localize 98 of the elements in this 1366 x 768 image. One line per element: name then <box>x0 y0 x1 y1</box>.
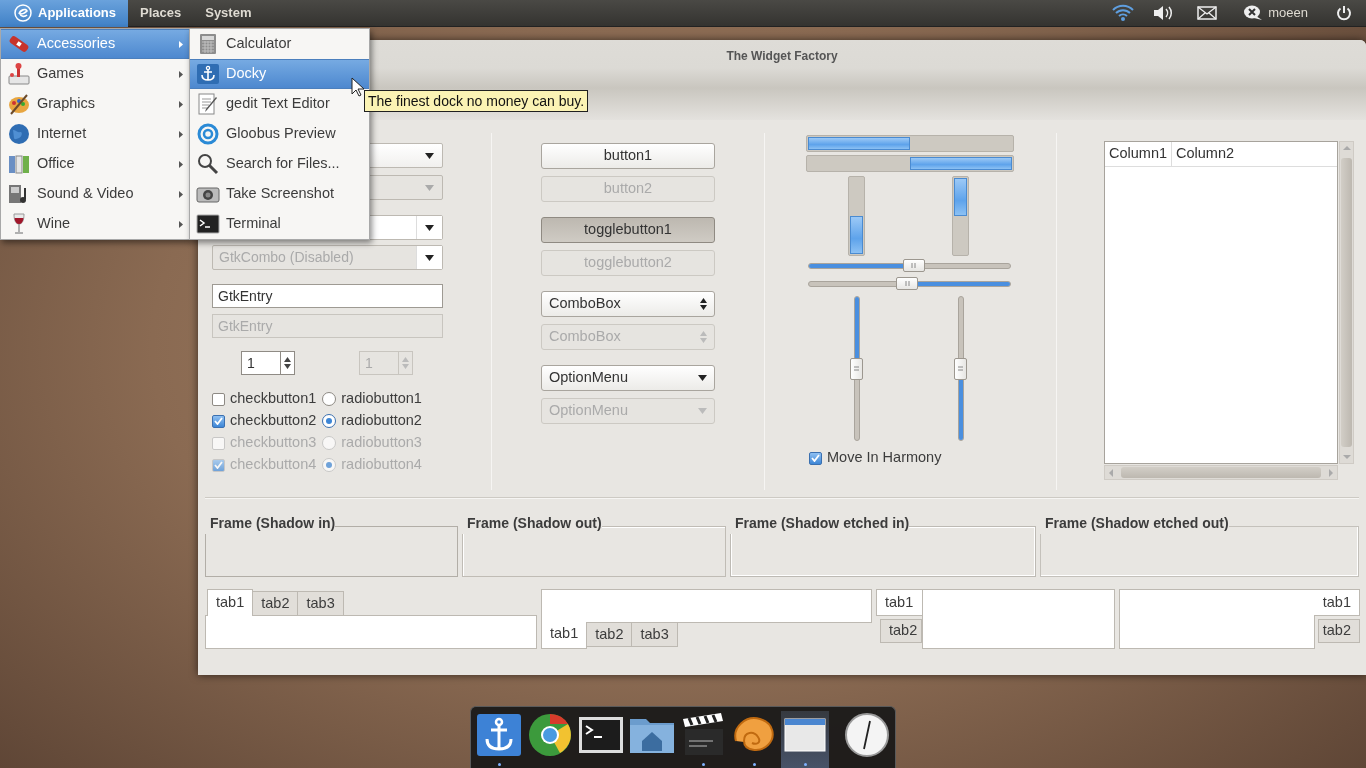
number-field[interactable]: 1 <box>241 351 280 375</box>
wifi-icon[interactable] <box>1111 4 1136 22</box>
panel-menu[interactable]: System <box>193 0 264 27</box>
running-indicator <box>701 763 705 766</box>
notepad-icon <box>196 92 220 116</box>
toggle-button[interactable]: togglebutton1 <box>541 217 715 243</box>
user-menu[interactable]: moeen <box>1243 3 1308 23</box>
menu-item[interactable]: Search for Files... <box>190 149 369 179</box>
radio-button[interactable] <box>322 392 337 406</box>
submenu-arrow-icon <box>179 130 183 138</box>
tab[interactable]: tab1 <box>1314 589 1360 616</box>
slider-thumb[interactable] <box>896 277 919 290</box>
power-icon[interactable] <box>1336 5 1352 21</box>
menu-item[interactable]: Gloobus Preview <box>190 119 369 149</box>
terminal-icon <box>196 212 220 236</box>
slider-thumb[interactable] <box>850 357 863 380</box>
slider-thumb[interactable] <box>954 357 967 380</box>
horizontal-scrollbar[interactable] <box>1104 465 1338 480</box>
slider-thumb[interactable] <box>902 259 925 272</box>
menu-item[interactable]: Office <box>1 149 189 179</box>
up-down-arrows-icon <box>284 357 291 369</box>
submenu-arrow-icon <box>179 100 183 108</box>
tab[interactable]: tab2 <box>1318 619 1360 643</box>
tab[interactable]: tab2 <box>586 623 633 647</box>
mouse-pointer-icon <box>351 77 365 98</box>
palette-icon <box>7 92 31 116</box>
radio-button[interactable] <box>322 414 337 428</box>
radio-label[interactable]: radiobutton2 <box>341 410 422 432</box>
check-mark-icon <box>214 461 223 469</box>
clock-icon <box>843 711 891 759</box>
grip-icon <box>854 366 859 371</box>
submenu-arrow-icon <box>179 220 183 228</box>
tab[interactable]: tab3 <box>297 591 344 615</box>
grip-icon <box>958 366 963 371</box>
spin-arrows[interactable] <box>280 351 295 375</box>
menu-item[interactable]: Sound & Video <box>1 179 189 209</box>
menu-item[interactable]: Take Screenshot <box>190 179 369 209</box>
anchor-icon <box>475 711 523 759</box>
dropdown-arrow-icon <box>698 408 707 414</box>
joystick-icon <box>7 62 31 86</box>
dropdown-arrow-icon <box>425 254 434 261</box>
volume-icon[interactable] <box>1153 5 1174 21</box>
check-mark-icon <box>811 454 820 462</box>
swirl-icon <box>196 122 220 146</box>
panel-menu[interactable]: Places <box>128 0 194 27</box>
vertical-scrollbar[interactable] <box>1339 141 1354 464</box>
checkbox[interactable] <box>809 451 822 465</box>
dock-item[interactable] <box>781 711 829 768</box>
submenu-arrow-icon <box>179 190 183 198</box>
check-mark-icon <box>214 417 223 425</box>
menu-item[interactable]: Graphics <box>1 89 189 119</box>
submenu-arrow-icon <box>179 40 183 48</box>
up-down-arrows-icon <box>700 298 707 310</box>
submenu-arrow-icon <box>179 160 183 168</box>
up-down-arrows-icon <box>700 331 707 343</box>
combo-box[interactable]: ComboBox <box>541 291 715 317</box>
tab[interactable]: tab1 <box>876 589 922 616</box>
radio-label[interactable]: radiobutton1 <box>341 388 422 410</box>
menu-item[interactable]: Games <box>1 59 189 89</box>
grip-icon <box>905 281 910 286</box>
search-icon <box>196 152 220 176</box>
dropdown-arrow-icon <box>425 224 434 231</box>
running-indicator <box>752 763 756 766</box>
checkbox[interactable] <box>212 392 225 406</box>
globe-icon <box>7 122 31 146</box>
binders-icon <box>7 152 31 176</box>
up-down-arrows-icon <box>402 357 409 369</box>
option-menu[interactable]: OptionMenu <box>541 365 715 391</box>
dock-item[interactable] <box>475 711 523 768</box>
tooltip: The finest dock no money can buy. <box>364 90 589 112</box>
menu-item[interactable]: Terminal <box>190 209 369 239</box>
menu-item[interactable]: Wine <box>1 209 189 239</box>
running-indicator <box>497 763 501 766</box>
dropdown-arrow-icon <box>425 152 434 159</box>
submenu-arrow-icon <box>179 70 183 78</box>
running-indicator <box>803 763 807 766</box>
grip-icon <box>911 263 916 268</box>
checkbox-label[interactable]: Move In Harmony <box>827 447 942 469</box>
dropdown-arrow-icon <box>425 184 434 191</box>
ring-icon <box>526 711 574 759</box>
menu-item[interactable]: Internet <box>1 119 189 149</box>
dropdown-arrow-icon <box>698 375 707 381</box>
tab[interactable]: tab3 <box>631 623 678 647</box>
logo-icon <box>14 4 32 22</box>
checkbox-label[interactable]: checkbutton1 <box>230 388 317 410</box>
tab[interactable]: tab1 <box>207 589 254 616</box>
window-title: The Widget Factory <box>726 49 838 63</box>
text-field[interactable]: GtkEntry <box>212 284 443 308</box>
tab[interactable]: tab1 <box>541 622 588 649</box>
checkbox[interactable] <box>212 414 225 428</box>
button[interactable]: button1 <box>541 143 715 169</box>
tab[interactable]: tab2 <box>880 619 922 643</box>
anchor-icon <box>196 62 220 86</box>
status-bubble-icon <box>1243 5 1264 21</box>
mail-icon[interactable] <box>1197 6 1218 20</box>
tab[interactable]: tab2 <box>252 591 299 615</box>
checkbox-label[interactable]: checkbutton2 <box>230 410 317 432</box>
menu-item[interactable]: Calculator <box>190 29 369 59</box>
